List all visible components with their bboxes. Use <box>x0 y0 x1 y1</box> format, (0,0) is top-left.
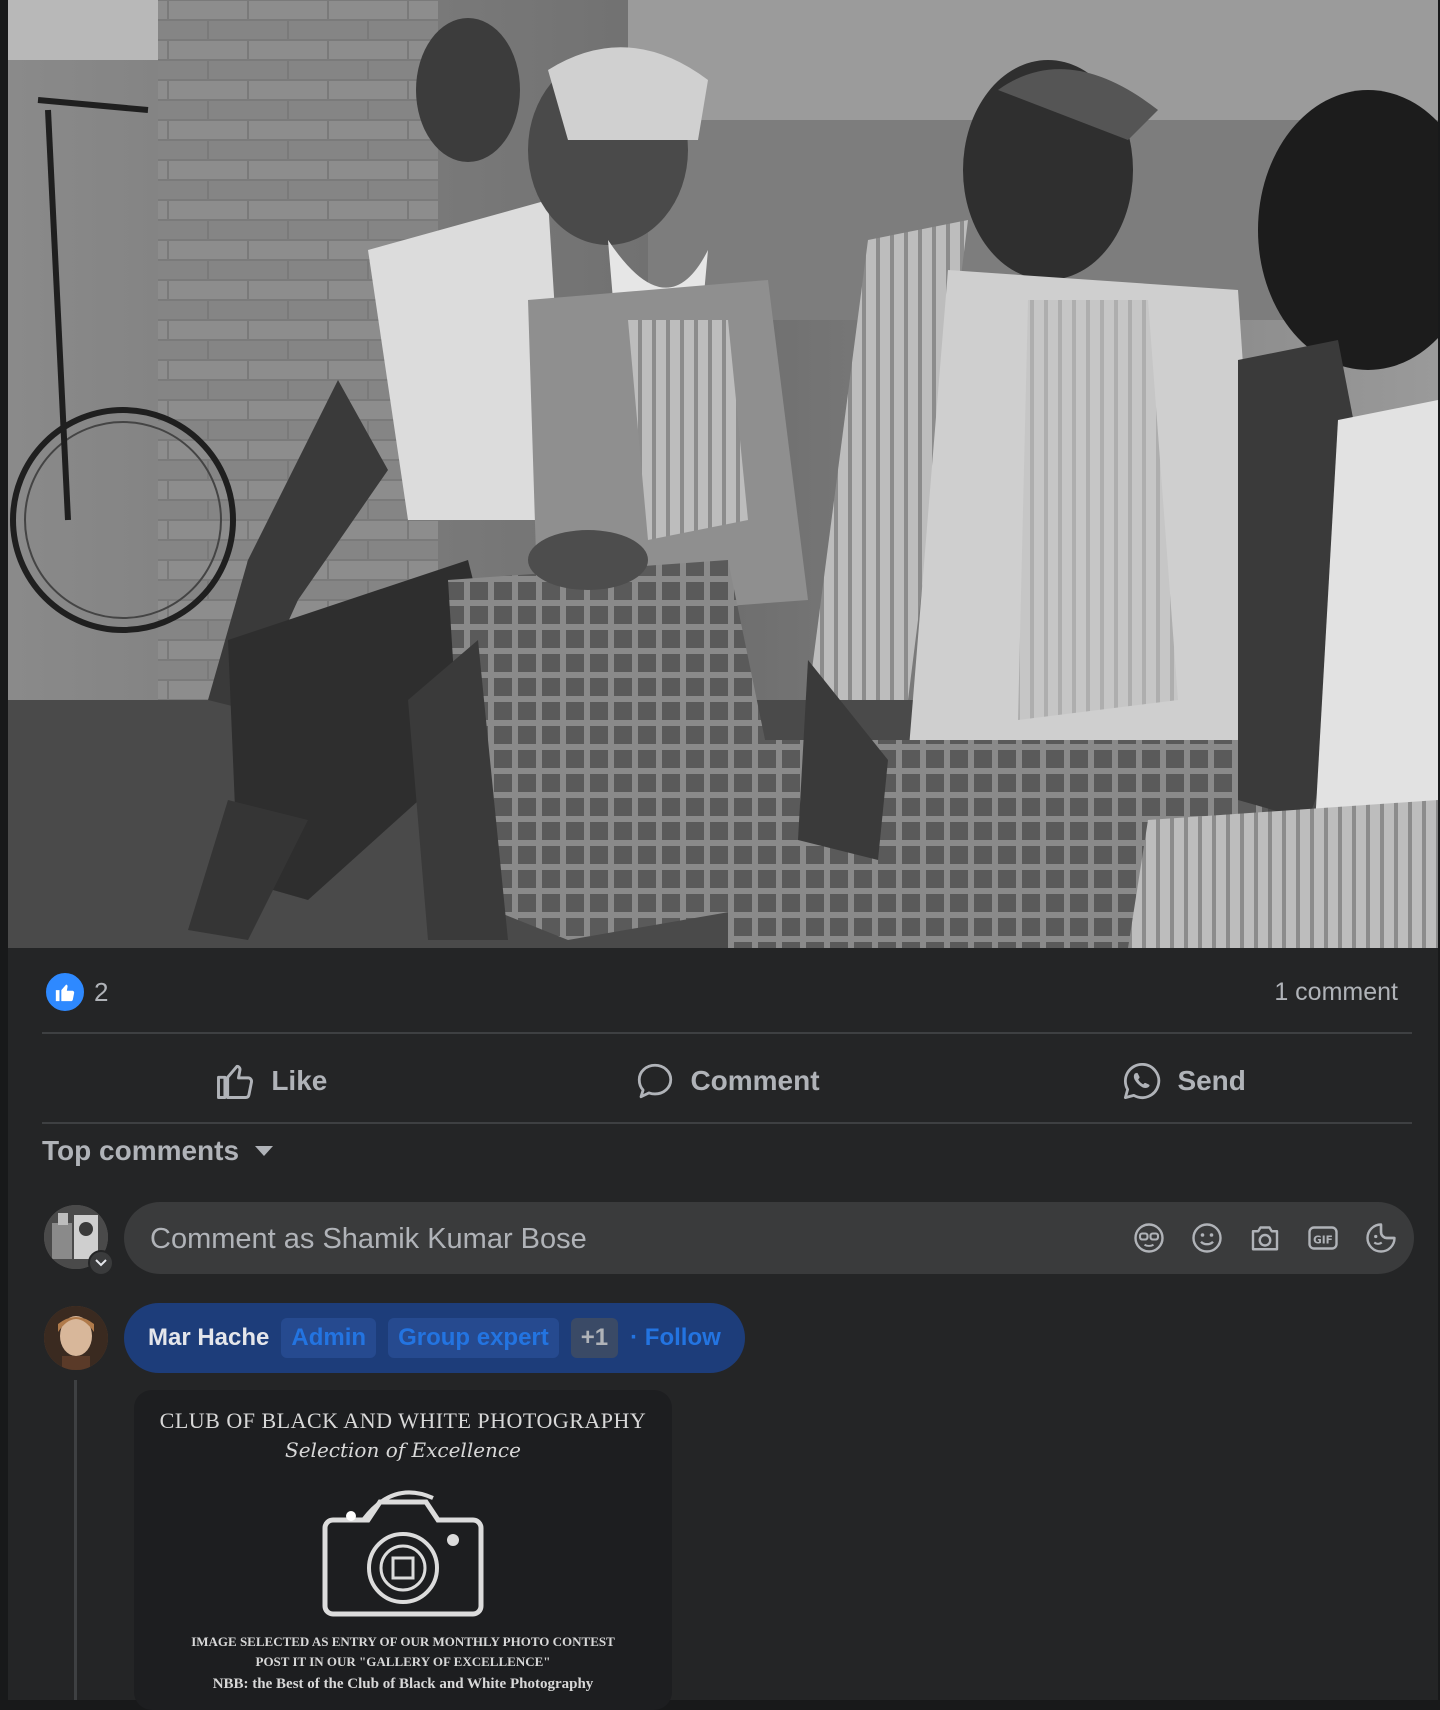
post-photo[interactable] <box>8 0 1438 948</box>
send-button[interactable]: Send <box>955 1042 1412 1120</box>
commenter-avatar[interactable] <box>44 1306 108 1370</box>
account-switch-chevron-icon[interactable] <box>88 1250 114 1276</box>
attachment-line-3: NBB: the Best of the Club of Black and W… <box>212 1676 594 1692</box>
post-actions: Like Comment Send <box>42 1042 1412 1120</box>
emoji-icon[interactable] <box>1188 1219 1226 1257</box>
club-logo-icon <box>303 1470 503 1630</box>
divider <box>42 1032 1412 1034</box>
comment-icon <box>638 1063 673 1099</box>
comment-input[interactable] <box>148 1202 1052 1276</box>
comment-button[interactable]: Comment <box>499 1042 956 1120</box>
comment-bubble: Mar Hache Admin Group expert +1 · Follow <box>124 1303 745 1373</box>
more-badges-badge[interactable]: +1 <box>570 1318 619 1358</box>
composer-toolbar: GIF <box>1130 1202 1400 1274</box>
like-button[interactable]: Like <box>42 1042 499 1120</box>
admin-badge[interactable]: Admin <box>281 1318 377 1358</box>
comment-attachment-image[interactable]: CLUB OF BLACK AND WHITE PHOTOGRAPHY Sele… <box>134 1390 672 1710</box>
group-expert-badge[interactable]: Group expert <box>388 1318 559 1358</box>
reaction-summary[interactable]: 2 <box>44 970 108 1014</box>
comment-sort-label: Top comments <box>42 1135 240 1166</box>
comment-label: Comment <box>690 1065 820 1096</box>
comment-sort-dropdown[interactable]: Top comments <box>42 1135 275 1167</box>
sticker-icon[interactable] <box>1362 1219 1400 1257</box>
attachment-subtitle: Selection of Excellence <box>285 1438 521 1462</box>
divider <box>42 1122 1412 1124</box>
comment-count-link[interactable]: 1 comment <box>1274 978 1398 1007</box>
comment-composer: GIF <box>124 1202 1414 1276</box>
post-photo-image <box>8 0 1438 948</box>
svg-text:GIF: GIF <box>1313 1234 1333 1246</box>
attachment-title: CLUB OF BLACK AND WHITE PHOTOGRAPHY <box>159 1408 647 1433</box>
attachment-line-2: POST IT IN OUR "GALLERY OF EXCELLENCE" <box>255 1654 551 1669</box>
avatar-sticker-icon[interactable] <box>1130 1219 1168 1257</box>
follow-link[interactable]: · Follow <box>630 1324 721 1352</box>
gif-icon[interactable]: GIF <box>1304 1219 1342 1257</box>
comment-thread-line <box>74 1380 77 1700</box>
like-icon <box>217 1064 254 1099</box>
camera-icon[interactable] <box>1246 1219 1284 1257</box>
comment-author-name[interactable]: Mar Hache <box>148 1324 269 1352</box>
reaction-count: 2 <box>94 976 109 1007</box>
caret-down-icon <box>255 1146 274 1156</box>
post-card: 2 1 comment Like Comment Send Top commen <box>8 0 1438 1710</box>
like-label: Like <box>271 1065 328 1096</box>
whatsapp-icon <box>1124 1062 1161 1100</box>
attachment-line-1: IMAGE SELECTED AS ENTRY OF OUR MONTHLY P… <box>191 1634 615 1649</box>
thumbs-up-icon <box>44 971 86 1013</box>
send-label: Send <box>1177 1065 1246 1096</box>
